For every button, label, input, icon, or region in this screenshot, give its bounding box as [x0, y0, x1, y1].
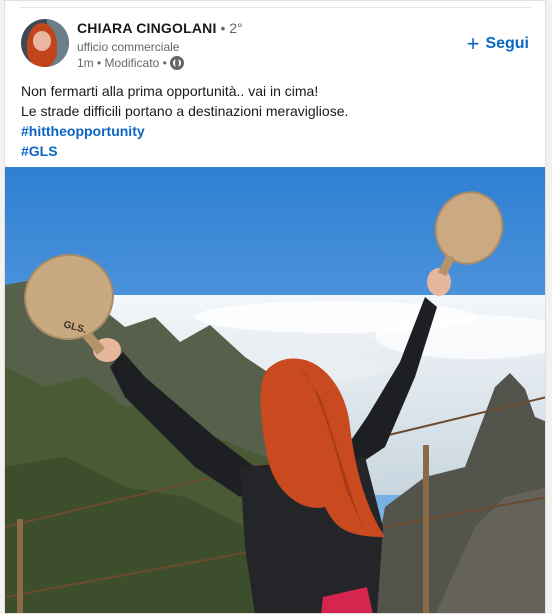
author-headline: ufficio commerciale — [77, 40, 180, 54]
post-line: Non fermarti alla prima opportunità.. va… — [21, 83, 319, 99]
globe-icon — [169, 56, 184, 70]
post-time: 1m • Modificato • — [77, 56, 167, 70]
post-line: Le strade difficili portano a destinazio… — [21, 103, 349, 119]
divider — [19, 7, 531, 8]
connection-degree: • 2° — [220, 20, 243, 36]
post-card: CHIARA CINGOLANI • 2° ufficio commercial… — [4, 0, 546, 614]
mountain-photo: GLS. — [5, 167, 545, 613]
author-name[interactable]: CHIARA CINGOLANI — [77, 20, 217, 36]
author-name-row[interactable]: CHIARA CINGOLANI • 2° — [77, 20, 243, 36]
post-meta: 1m • Modificato • — [77, 56, 184, 70]
avatar[interactable] — [21, 19, 69, 67]
plus-icon: + — [466, 31, 480, 56]
follow-button[interactable]: + Segui — [466, 31, 529, 56]
post-image[interactable]: GLS. — [5, 167, 545, 613]
hashtag-link[interactable]: #hittheopportunity — [21, 121, 531, 141]
post-text: Non fermarti alla prima opportunità.. va… — [21, 81, 531, 161]
follow-label: Segui — [485, 35, 529, 52]
hashtag-link[interactable]: #GLS — [21, 141, 531, 161]
